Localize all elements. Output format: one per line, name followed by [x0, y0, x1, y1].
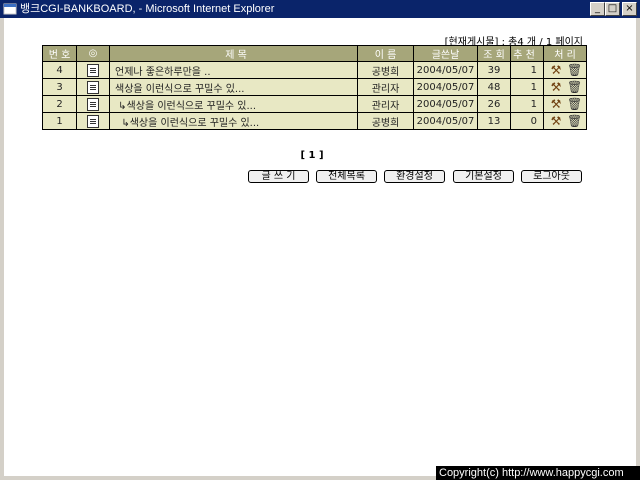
post-subject-link[interactable]: 언제나 좋은하루만을 .. — [109, 61, 358, 79]
trash-icon[interactable]: 🗑 — [567, 63, 582, 77]
row-author: 관리자 — [357, 78, 414, 96]
row-num: 4 — [42, 61, 77, 79]
edit-hammer-icon[interactable]: ⚒ — [549, 97, 563, 111]
row-num: 1 — [42, 112, 77, 130]
window-frame-right — [636, 18, 640, 480]
header-views: 조 회 — [477, 45, 511, 62]
row-recommend: 0 — [510, 112, 544, 130]
post-subject-link[interactable]: ↳색상을 이런식으로 꾸밀수 있... — [109, 112, 358, 130]
row-date: 2004/05/07 — [413, 95, 478, 113]
minimize-icon: _ — [595, 3, 600, 14]
close-icon: × — [625, 3, 634, 14]
row-num: 3 — [42, 78, 77, 96]
trash-icon[interactable]: 🗑 — [567, 80, 582, 94]
maximize-button[interactable]: □ — [605, 2, 620, 16]
close-button[interactable]: × — [622, 2, 637, 16]
post-subject-link[interactable]: ↳색상을 이런식으로 꾸밀수 있... — [109, 95, 358, 113]
header-date: 글쓴날 — [413, 45, 478, 62]
header-num: 번 호 — [42, 45, 77, 62]
row-recommend: 1 — [510, 78, 544, 96]
header-process: 처 리 — [543, 45, 587, 62]
basic-settings-button[interactable]: 기본설정 — [453, 170, 514, 183]
window-titlebar[interactable]: 뱅크CGI-BANKBOARD, - Microsoft Internet Ex… — [0, 0, 640, 18]
header-recommend: 추 천 — [510, 45, 544, 62]
row-recommend: 1 — [510, 61, 544, 79]
table-row: 2 ↳색상을 이런식으로 꾸밀수 있... 관리자 2004/05/07 26 … — [42, 95, 587, 113]
document-icon — [87, 114, 99, 128]
pagination[interactable]: [ 1 ] — [292, 150, 332, 161]
logout-button[interactable]: 로그아웃 — [521, 170, 582, 183]
edit-hammer-icon[interactable]: ⚒ — [549, 114, 563, 128]
row-recommend: 1 — [510, 95, 544, 113]
copyright-text: Copyright(c) http://www.happycgi.com — [436, 466, 640, 480]
table-header-row: 번 호 ◎ 제 목 이 름 글쓴날 조 회 추 천 처 리 — [42, 45, 587, 62]
board-table: 번 호 ◎ 제 목 이 름 글쓴날 조 회 추 천 처 리 4 언제나 좋은하루… — [42, 45, 587, 130]
row-icon-cell — [76, 112, 110, 130]
row-views: 13 — [477, 112, 511, 130]
row-views: 48 — [477, 78, 511, 96]
row-icon-cell — [76, 78, 110, 96]
row-num: 2 — [42, 95, 77, 113]
maximize-icon: □ — [607, 3, 618, 14]
row-actions: ⚒ 🗑 — [543, 95, 587, 113]
edit-hammer-icon[interactable]: ⚒ — [549, 80, 563, 94]
header-subject: 제 목 — [109, 45, 358, 62]
trash-icon[interactable]: 🗑 — [567, 114, 582, 128]
minimize-button[interactable]: _ — [590, 2, 605, 16]
document-icon — [87, 97, 99, 111]
row-actions: ⚒ 🗑 — [543, 112, 587, 130]
environment-settings-button[interactable]: 환경설정 — [384, 170, 445, 183]
row-author: 공병희 — [357, 112, 414, 130]
row-date: 2004/05/07 — [413, 112, 478, 130]
window-title: 뱅크CGI-BANKBOARD, - Microsoft Internet Ex… — [20, 3, 275, 15]
row-date: 2004/05/07 — [413, 78, 478, 96]
ie-app-icon — [3, 3, 17, 15]
header-name: 이 름 — [357, 45, 414, 62]
row-author: 관리자 — [357, 95, 414, 113]
table-row: 3 색상을 이런식으로 꾸밀수 있... 관리자 2004/05/07 48 1… — [42, 78, 587, 96]
document-icon — [87, 80, 99, 94]
row-author: 공병희 — [357, 61, 414, 79]
post-subject-link[interactable]: 색상을 이런식으로 꾸밀수 있... — [109, 78, 358, 96]
row-views: 39 — [477, 61, 511, 79]
row-date: 2004/05/07 — [413, 61, 478, 79]
row-actions: ⚒ 🗑 — [543, 61, 587, 79]
window-frame-left — [0, 18, 4, 480]
trash-icon[interactable]: 🗑 — [567, 97, 582, 111]
header-icon: ◎ — [76, 45, 110, 62]
row-actions: ⚒ 🗑 — [543, 78, 587, 96]
row-icon-cell — [76, 61, 110, 79]
table-row: 4 언제나 좋은하루만을 .. 공병희 2004/05/07 39 1 ⚒ 🗑 — [42, 61, 587, 79]
edit-hammer-icon[interactable]: ⚒ — [549, 63, 563, 77]
write-button[interactable]: 글 쓰 기 — [248, 170, 309, 183]
row-views: 26 — [477, 95, 511, 113]
full-list-button[interactable]: 전체목록 — [316, 170, 377, 183]
document-icon — [87, 63, 99, 77]
table-row: 1 ↳색상을 이런식으로 꾸밀수 있... 공병희 2004/05/07 13 … — [42, 112, 587, 130]
row-icon-cell — [76, 95, 110, 113]
